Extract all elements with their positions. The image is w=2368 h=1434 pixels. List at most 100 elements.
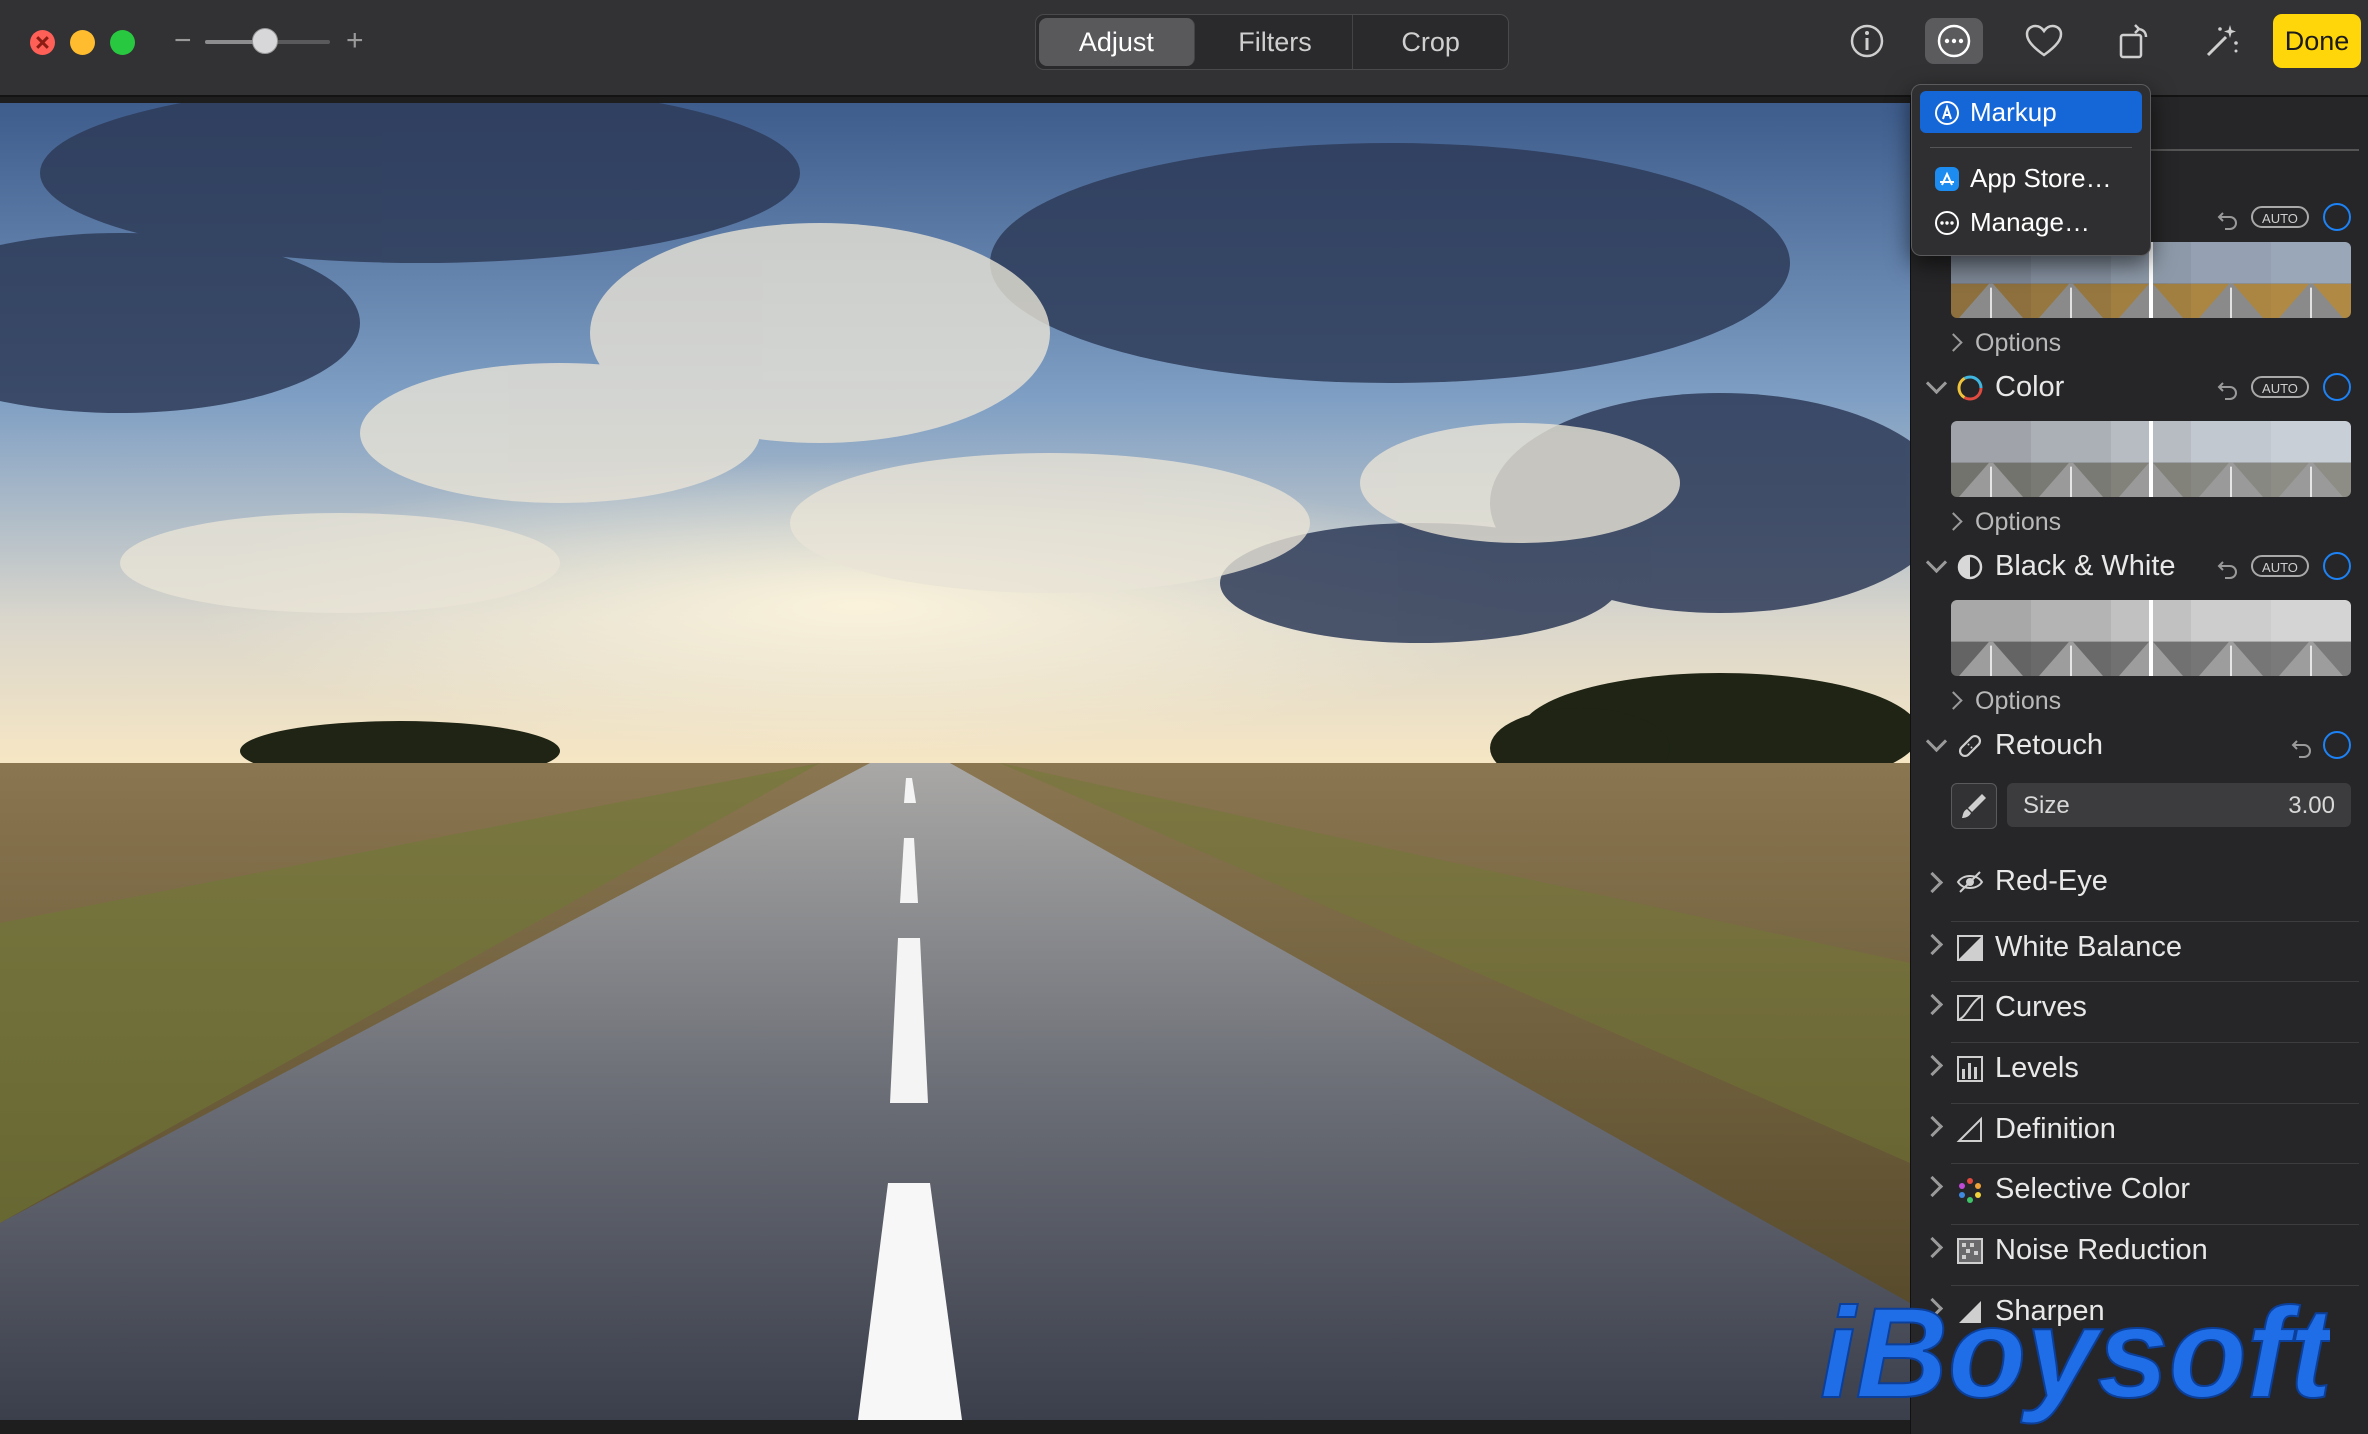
iboysoft-watermark: iBoysoft [1819, 1281, 2330, 1426]
menu-item-label: Manage… [1970, 207, 2090, 237]
undo-icon[interactable] [2215, 205, 2241, 231]
undo-icon[interactable] [2215, 554, 2241, 580]
thumbnail-frame [2271, 600, 2351, 676]
options-label: Options [1975, 687, 2062, 715]
chevron-down-icon[interactable] [1925, 551, 1948, 574]
minimize-window-button[interactable] [70, 30, 95, 55]
extensions-menu: Markup App Store… Manage… [1911, 84, 2151, 256]
section-title: Retouch [1995, 729, 2104, 761]
thumbnail-frame [2191, 242, 2271, 318]
zoom-in-icon[interactable]: + [346, 22, 364, 60]
road-landscape-image [0, 103, 1910, 1420]
chevron-right-icon[interactable] [1921, 993, 1944, 1016]
tool-label: Definition [1995, 1113, 2116, 1145]
retouch-controls: Size 3.00 [1911, 783, 2368, 829]
divider [1951, 1163, 2359, 1164]
extensions-icon[interactable] [1925, 18, 1983, 64]
divider [1951, 1224, 2359, 1225]
tab-crop[interactable]: Crop [1353, 15, 1508, 69]
chevron-down-icon[interactable] [1925, 730, 1948, 753]
magic-wand-icon[interactable] [2193, 18, 2251, 64]
maximize-window-button[interactable] [110, 30, 135, 55]
section-title: Black & White [1995, 550, 2176, 582]
enable-toggle[interactable] [2323, 203, 2351, 231]
levels-icon [1957, 1056, 1983, 1082]
tool-levels[interactable]: Levels [1911, 1042, 2368, 1102]
auto-button[interactable]: AUTO [2251, 206, 2309, 228]
menu-item-markup[interactable]: Markup [1920, 91, 2142, 133]
chevron-right-icon[interactable] [1921, 1236, 1944, 1259]
strip-position-marker[interactable] [2149, 600, 2153, 676]
white-balance-icon [1957, 935, 1983, 961]
done-button[interactable]: Done [2273, 14, 2361, 68]
tab-adjust[interactable]: Adjust [1039, 18, 1195, 66]
divider [1951, 1103, 2359, 1104]
thumbnail-strip-image [1951, 600, 2351, 676]
tool-label: Levels [1995, 1052, 2079, 1084]
auto-button[interactable]: AUTO [2251, 555, 2309, 577]
enable-toggle[interactable] [2323, 731, 2351, 759]
menu-item-label: App Store… [1970, 163, 2112, 193]
tool-selective-color[interactable]: Selective Color [1911, 1163, 2368, 1223]
color-options-row[interactable]: Options [1911, 505, 2368, 539]
zoom-slider-knob[interactable] [252, 28, 278, 54]
toolbar: − + Adjust Filters Crop Done [0, 0, 2368, 97]
retouch-brush-button[interactable] [1951, 783, 1997, 829]
black-white-options-row[interactable]: Options [1911, 684, 2368, 718]
tool-curves[interactable]: Curves [1911, 981, 2368, 1041]
thumbnail-frame [2031, 421, 2111, 497]
thumbnail-frame [2031, 600, 2111, 676]
zoom-slider[interactable] [205, 28, 330, 54]
heart-icon[interactable] [2015, 18, 2073, 64]
color-thumbnail-strip[interactable] [1951, 421, 2351, 497]
undo-icon[interactable] [2215, 375, 2241, 401]
black-white-thumbnail-strip[interactable] [1951, 600, 2351, 676]
half-circle-icon [1957, 554, 1983, 580]
tool-red-eye[interactable]: Red-Eye [1911, 861, 2368, 921]
options-label: Options [1975, 329, 2062, 357]
menu-item-app-store[interactable]: App Store… [1920, 157, 2142, 199]
section-black-white-header[interactable]: Black & White AUTO [1911, 546, 2368, 596]
tool-white-balance[interactable]: White Balance [1911, 921, 2368, 981]
auto-button[interactable]: AUTO [2251, 376, 2309, 398]
section-color-header[interactable]: Color AUTO [1911, 367, 2368, 417]
menu-separator [1930, 147, 2132, 148]
brush-icon [1962, 794, 1986, 818]
enable-toggle[interactable] [2323, 373, 2351, 401]
undo-icon[interactable] [2289, 733, 2315, 759]
chevron-right-icon[interactable] [1921, 1175, 1944, 1198]
enable-toggle[interactable] [2323, 552, 2351, 580]
strip-position-marker[interactable] [2149, 242, 2153, 318]
rotate-icon[interactable] [2105, 18, 2163, 64]
options-label: Options [1975, 508, 2062, 536]
eye-icon [1956, 871, 1984, 893]
menu-item-manage[interactable]: Manage… [1920, 201, 2142, 243]
close-window-button[interactable] [30, 30, 55, 55]
size-label: Size [2023, 792, 2070, 819]
section-retouch-header[interactable]: Retouch [1911, 725, 2368, 775]
strip-position-marker[interactable] [2149, 421, 2153, 497]
section-title: Color [1995, 371, 2065, 403]
tool-label: White Balance [1995, 931, 2182, 963]
chevron-right-icon[interactable] [1921, 933, 1944, 956]
divider [1951, 1042, 2359, 1043]
tab-filters[interactable]: Filters [1198, 15, 1354, 69]
chevron-right-icon[interactable] [1921, 871, 1944, 894]
adjustments-sidebar: AUTO Options Color AUTO Options Black & … [1910, 97, 2368, 1434]
photo-canvas[interactable] [0, 103, 1910, 1420]
info-icon[interactable] [1838, 18, 1896, 64]
edit-mode-tabs: Adjust Filters Crop [1035, 14, 1509, 70]
curves-icon [1957, 995, 1983, 1021]
thumbnail-frame [2271, 242, 2351, 318]
chevron-right-icon[interactable] [1921, 1054, 1944, 1077]
retouch-size-slider[interactable]: Size 3.00 [2007, 783, 2351, 827]
tool-label: Red-Eye [1995, 865, 2108, 897]
chevron-right-icon[interactable] [1921, 1115, 1944, 1138]
menu-item-label: Markup [1970, 97, 2057, 127]
light-options-row[interactable]: Options [1911, 326, 2368, 360]
thumbnail-frame [2271, 421, 2351, 497]
zoom-out-icon[interactable]: − [174, 22, 192, 60]
thumbnail-frame [1951, 600, 2031, 676]
chevron-down-icon[interactable] [1925, 372, 1948, 395]
tool-definition[interactable]: Definition [1911, 1103, 2368, 1163]
